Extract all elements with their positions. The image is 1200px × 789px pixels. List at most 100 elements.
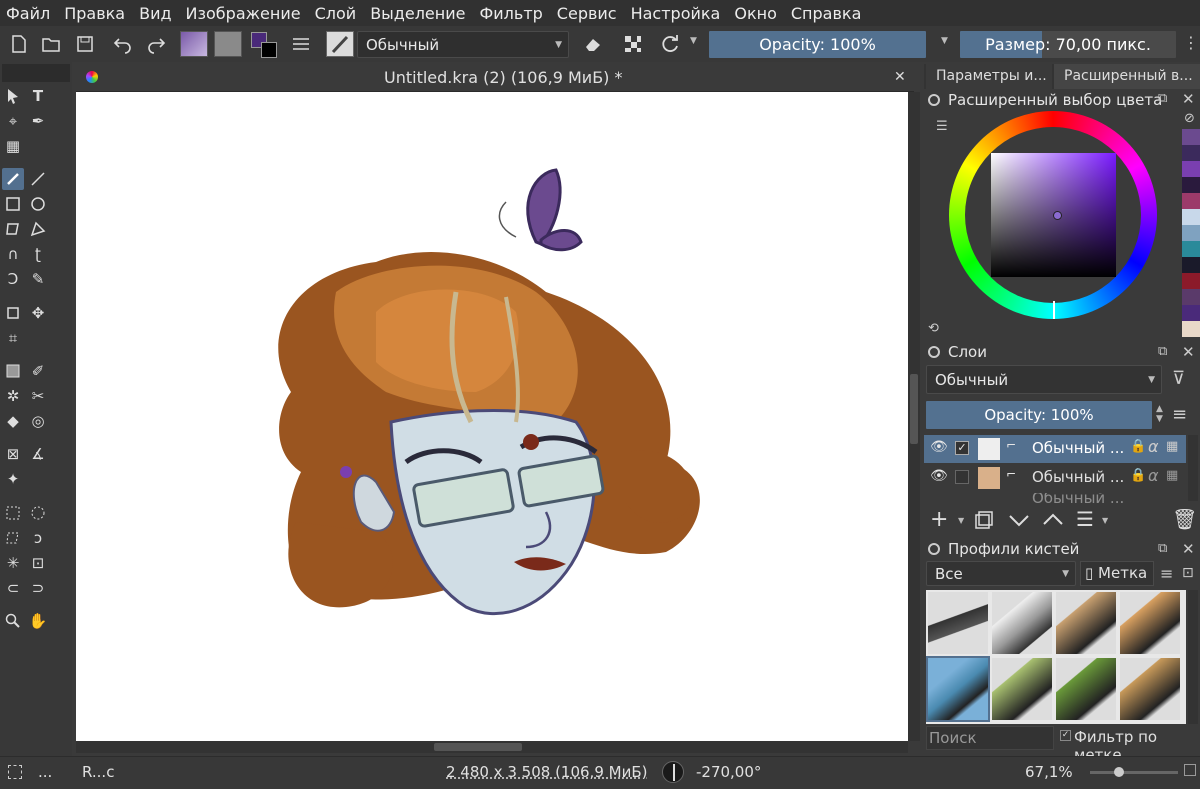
brush-preset-thumbnail[interactable] — [992, 658, 1052, 720]
alpha-inherit-icon[interactable]: α — [1148, 466, 1159, 485]
gradient-tool-icon[interactable] — [2, 360, 24, 382]
filter-icon[interactable]: ⊽ — [1172, 368, 1185, 389]
drawing-canvas[interactable] — [76, 92, 908, 741]
text-tool-icon[interactable]: T — [27, 85, 49, 107]
layer-name[interactable]: Обычный ... — [1032, 468, 1124, 486]
add-layer-icon[interactable]: + — [930, 507, 948, 532]
vertical-scroll-thumb[interactable] — [910, 374, 918, 444]
color-menu-icon[interactable]: ☰ — [936, 119, 948, 134]
tab-tool-options[interactable]: Параметры и... — [926, 64, 1052, 89]
docker-toggle-icon[interactable] — [928, 543, 940, 555]
crop-tool-icon[interactable]: ⌗ — [2, 327, 24, 349]
line-tool-icon[interactable] — [27, 168, 49, 190]
history-swatch[interactable] — [1182, 193, 1200, 209]
brush-search-input[interactable]: Поиск — [926, 726, 1054, 750]
close-docker-icon[interactable]: ✕ — [1182, 343, 1195, 361]
layer-row[interactable]: Обычный ... — [924, 493, 1186, 503]
freehand-path-icon[interactable]: ʈ — [27, 243, 49, 265]
dynamic-brush-icon[interactable]: Ↄ — [2, 268, 24, 290]
chevron-down-icon[interactable]: ▼ — [941, 36, 948, 46]
document-tab[interactable]: Untitled.kra (2) (106,9 МиБ) * ✕ — [76, 64, 914, 92]
close-document-icon[interactable]: ✕ — [894, 69, 906, 85]
bezier-select-icon[interactable]: ⊂ — [2, 577, 24, 599]
brush-preset-thumbnail[interactable] — [992, 592, 1052, 654]
tab-advanced-color[interactable]: Расширенный в... — [1054, 64, 1200, 89]
open-folder-icon[interactable] — [38, 31, 64, 57]
horizontal-scrollbar[interactable] — [76, 741, 908, 753]
select-shapes-icon[interactable] — [2, 85, 24, 107]
brush-preset-icon[interactable] — [326, 31, 354, 57]
assistant-tool-icon[interactable]: ⊠ — [2, 443, 24, 465]
magnetic-select-icon[interactable]: ⊃ — [27, 577, 49, 599]
horizontal-scroll-thumb[interactable] — [434, 743, 522, 751]
brush-preset-thumbnail-selected[interactable] — [926, 656, 990, 722]
layer-opacity-slider[interactable]: Opacity: 100% — [926, 401, 1152, 429]
move-layer-up-icon[interactable] — [1042, 510, 1064, 530]
view-menu-icon[interactable]: ≡ — [1160, 564, 1173, 583]
selection-icon[interactable] — [8, 765, 22, 779]
rotation-dial-icon[interactable] — [662, 761, 684, 783]
alpha-inherit-icon[interactable]: α — [1148, 437, 1159, 456]
ellipse-tool-icon[interactable] — [27, 193, 49, 215]
color-picker-icon[interactable]: ✐ — [27, 360, 49, 382]
polygon-select-icon[interactable] — [2, 527, 24, 549]
freehand-select-icon[interactable]: ↄ — [27, 527, 49, 549]
polygon-tool-icon[interactable] — [2, 218, 24, 240]
layer-options-icon[interactable]: ≡ — [1172, 404, 1187, 425]
undo-icon[interactable] — [110, 31, 136, 57]
more-icon[interactable]: ⋮ — [1183, 33, 1199, 52]
rectangle-tool-icon[interactable] — [2, 193, 24, 215]
rect-select-icon[interactable] — [2, 502, 24, 524]
chevron-down-icon[interactable]: ▼ — [690, 36, 697, 46]
float-docker-icon[interactable]: ⧉ — [1158, 344, 1167, 359]
layer-row[interactable]: 👁 ⌐ Обычный ... 🔒 α ▦ — [924, 464, 1186, 492]
lock-icon[interactable]: 🔒 — [1130, 439, 1146, 454]
menu-select[interactable]: Выделение — [370, 4, 465, 23]
tag-button[interactable]: ▯ Метка — [1080, 561, 1154, 586]
float-docker-icon[interactable]: ⧉ — [1158, 541, 1167, 556]
brush-tag-select[interactable]: Все ▼ — [926, 561, 1076, 586]
float-docker-icon[interactable]: ⧉ — [1158, 91, 1167, 106]
colorize-mask-icon[interactable]: ✲ — [2, 385, 24, 407]
status-zoom[interactable]: 67,1% — [1025, 763, 1073, 781]
close-docker-icon[interactable]: ✕ — [1182, 540, 1195, 558]
status-rotation[interactable]: -270,00° — [696, 763, 761, 781]
layer-row[interactable]: 👁 ✓ ⌐ Обычный ... 🔒 α ▦ — [924, 435, 1186, 463]
zoom-tool-icon[interactable] — [2, 610, 24, 632]
history-swatch[interactable] — [1182, 321, 1200, 337]
presets-settings-icon[interactable]: ⊡ — [1182, 565, 1194, 581]
menu-settings[interactable]: Настройка — [631, 4, 721, 23]
layer-name[interactable]: Обычный ... — [1032, 439, 1124, 457]
visibility-eye-icon[interactable]: 👁 — [930, 468, 948, 484]
lock-icon[interactable]: 🔒 — [1130, 468, 1146, 483]
brush-preset-thumbnail[interactable] — [928, 592, 988, 654]
history-swatch[interactable] — [1182, 129, 1200, 145]
chevron-down-icon[interactable]: ▼ — [1102, 516, 1108, 525]
reset-color-icon[interactable]: ⟲ — [928, 321, 939, 336]
foreground-background-colors[interactable] — [249, 30, 279, 58]
transform-tool-icon[interactable] — [2, 302, 24, 324]
layer-checkbox[interactable]: ✓ — [955, 441, 969, 455]
smart-patch-icon[interactable]: ✂ — [27, 385, 49, 407]
workspace-icon[interactable] — [288, 31, 314, 57]
spin-arrows-icon[interactable]: ▲ ▼ — [1156, 404, 1163, 424]
brush-grid-scrollbar[interactable] — [1188, 590, 1198, 724]
new-document-icon[interactable] — [6, 31, 32, 57]
measure-tool-icon[interactable]: ∡ — [27, 443, 49, 465]
chevron-down-icon[interactable]: ▼ — [958, 516, 964, 525]
size-slider[interactable]: Размер: 70,00 пикс. — [960, 31, 1176, 58]
gradient-swatch[interactable] — [180, 31, 208, 57]
menu-layer[interactable]: Слой — [315, 4, 357, 23]
history-swatch[interactable] — [1182, 161, 1200, 177]
brush-preset-thumbnail[interactable] — [1056, 658, 1116, 720]
multibrush-icon[interactable]: ✎ — [27, 268, 49, 290]
layer-properties-icon[interactable]: ☰ — [1076, 507, 1094, 531]
history-swatch[interactable] — [1182, 209, 1200, 225]
saturation-value-square[interactable] — [991, 153, 1116, 277]
move-layer-down-icon[interactable] — [1008, 510, 1030, 530]
menu-view[interactable]: Вид — [139, 4, 171, 23]
layer-name[interactable]: Обычный ... — [1032, 493, 1124, 503]
docker-toggle-icon[interactable] — [928, 346, 940, 358]
history-swatch[interactable] — [1182, 305, 1200, 321]
reload-preset-icon[interactable] — [657, 31, 683, 57]
